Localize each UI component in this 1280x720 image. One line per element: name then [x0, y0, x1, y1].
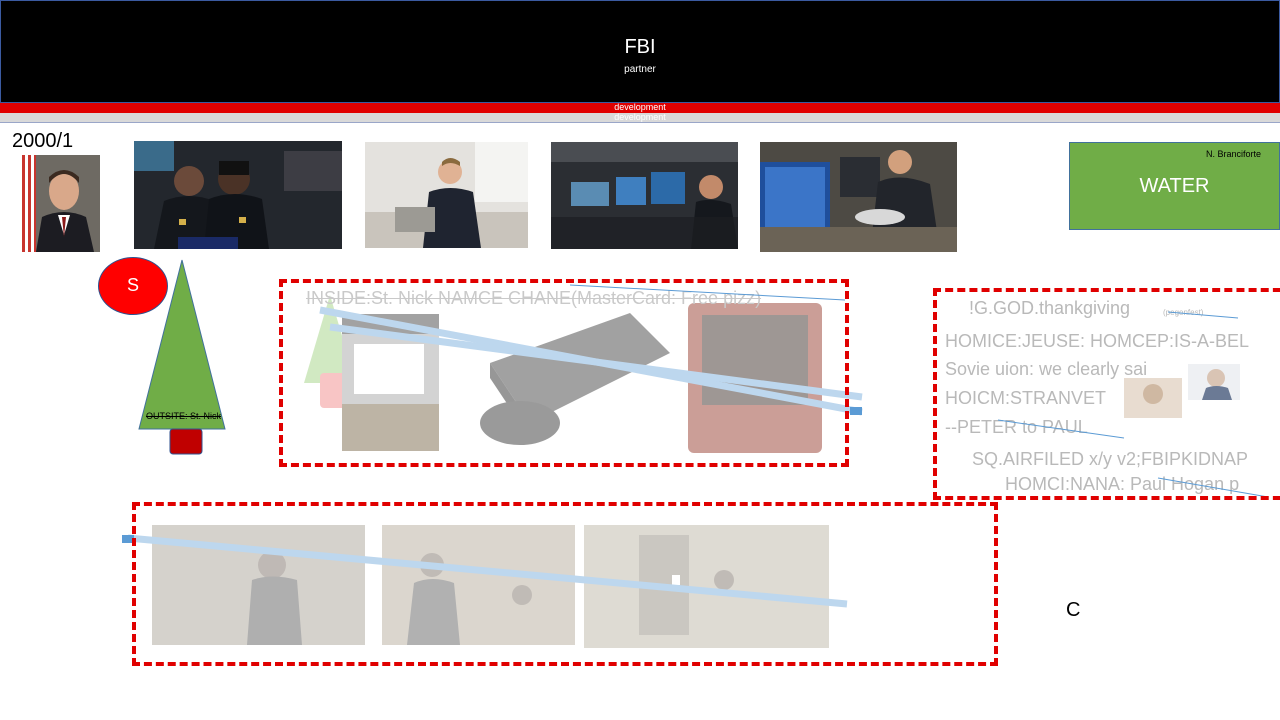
- dashed-box-inside: [279, 279, 849, 467]
- dev-label-bottom: development: [614, 112, 666, 122]
- christmas-tree-icon: [138, 259, 226, 455]
- header-title: FBI: [624, 36, 656, 58]
- officer-console-photo: [760, 142, 957, 252]
- c-label: C: [1066, 599, 1081, 621]
- officers-gaming-photo: [551, 142, 738, 249]
- officers-streaming-photo: [134, 141, 342, 249]
- water-box-name: N. Branciforte: [1205, 149, 1261, 159]
- header-subtitle: partner: [624, 64, 656, 75]
- officer-living-room-photo: [365, 142, 528, 248]
- dev-label-top: development: [614, 102, 666, 112]
- dashed-box-right: [933, 288, 1280, 500]
- portrait-photo: [22, 155, 100, 252]
- date-label: 2000/1: [12, 130, 74, 152]
- tree-label: OUTSITE: St. Nick: [146, 411, 222, 421]
- water-box: N. Branciforte WATER: [1069, 142, 1280, 230]
- water-box-label: WATER: [1139, 175, 1210, 197]
- dashed-box-bottom: [132, 502, 998, 666]
